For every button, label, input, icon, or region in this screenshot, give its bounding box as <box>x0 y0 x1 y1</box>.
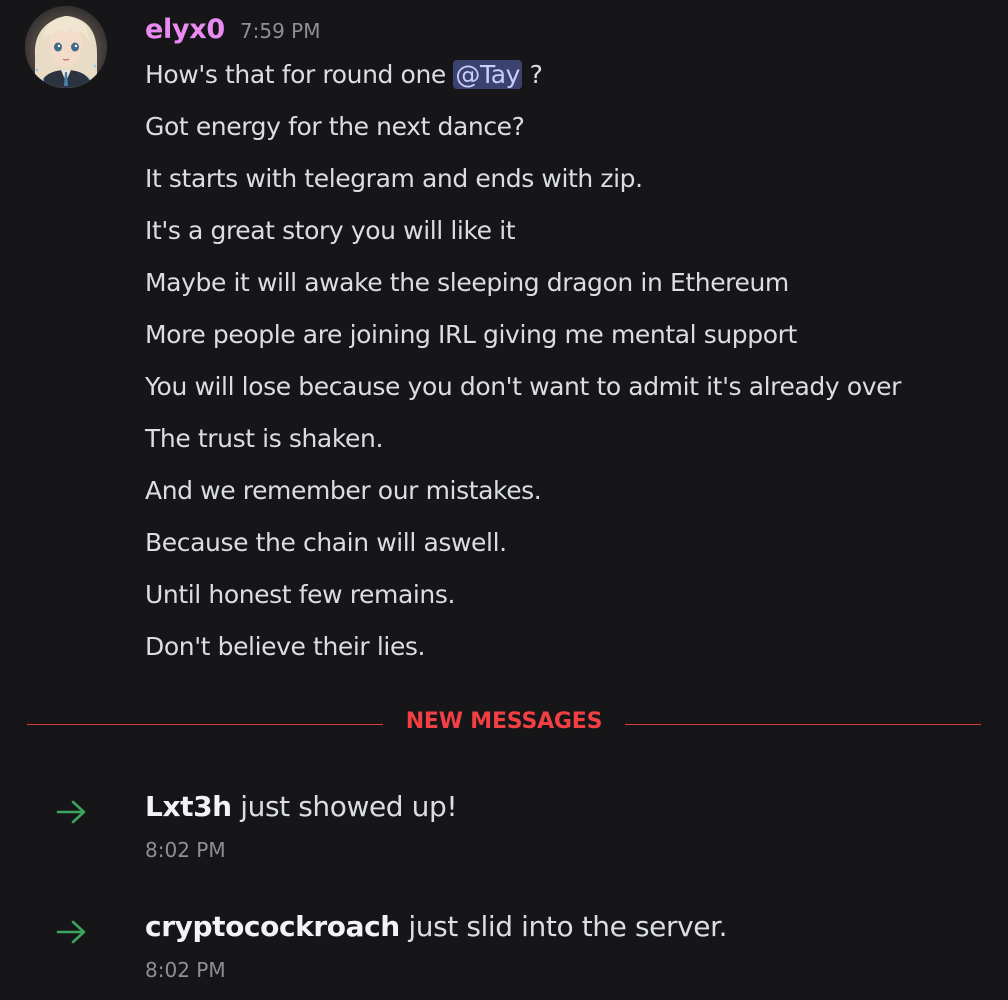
username[interactable]: elyx0 <box>145 14 225 45</box>
join-text: Lxt3h just showed up! <box>145 790 458 823</box>
join-message: Lxt3h just showed up! 8:02 PM <box>0 788 1008 878</box>
message-line: Got energy for the next dance? <box>145 112 525 141</box>
user-mention[interactable]: @Tay <box>453 60 523 89</box>
message-line: Until honest few remains. <box>145 580 456 609</box>
anime-avatar-icon <box>25 6 107 88</box>
new-messages-divider: NEW MESSAGES <box>27 705 981 745</box>
message-line: More people are joining IRL giving me me… <box>145 320 797 349</box>
message-line: And we remember our mistakes. <box>145 476 542 505</box>
message-line: How's that for round one @Tay ? <box>145 55 901 107</box>
message-line: Maybe it will awake the sleeping dragon … <box>145 268 789 297</box>
divider-line <box>625 724 981 725</box>
message-line: You will lose because you don't want to … <box>145 372 901 401</box>
join-timestamp[interactable]: 8:02 PM <box>145 958 226 982</box>
message-header: elyx0 7:59 PM <box>145 14 320 50</box>
message-lines: How's that for round one @Tay ? Got ener… <box>145 55 901 679</box>
message-timestamp[interactable]: 7:59 PM <box>240 19 321 43</box>
join-message: cryptocockroach just slid into the serve… <box>0 908 1008 998</box>
new-messages-label: NEW MESSAGES <box>405 709 603 734</box>
message-line: It's a great story you will like it <box>145 216 516 245</box>
divider-line <box>27 724 383 725</box>
join-description: just slid into the server. <box>399 910 728 943</box>
join-text: cryptocockroach just slid into the serve… <box>145 910 728 943</box>
message-line: Because the chain will aswell. <box>145 528 507 557</box>
chat-log: elyx0 7:59 PM How's that for round one @… <box>0 0 1008 1000</box>
join-timestamp[interactable]: 8:02 PM <box>145 838 226 862</box>
message-text: How's that for round one <box>145 60 454 89</box>
message-line: Don't believe their lies. <box>145 632 426 661</box>
message-line: The trust is shaken. <box>145 424 384 453</box>
message-line: It starts with telegram and ends with zi… <box>145 164 643 193</box>
join-description: just showed up! <box>231 790 458 823</box>
join-username[interactable]: Lxt3h <box>145 790 232 823</box>
avatar[interactable] <box>25 6 107 88</box>
message-text: ? <box>522 60 543 89</box>
arrow-right-icon <box>56 920 86 944</box>
arrow-right-icon <box>56 800 86 824</box>
join-username[interactable]: cryptocockroach <box>145 910 400 943</box>
